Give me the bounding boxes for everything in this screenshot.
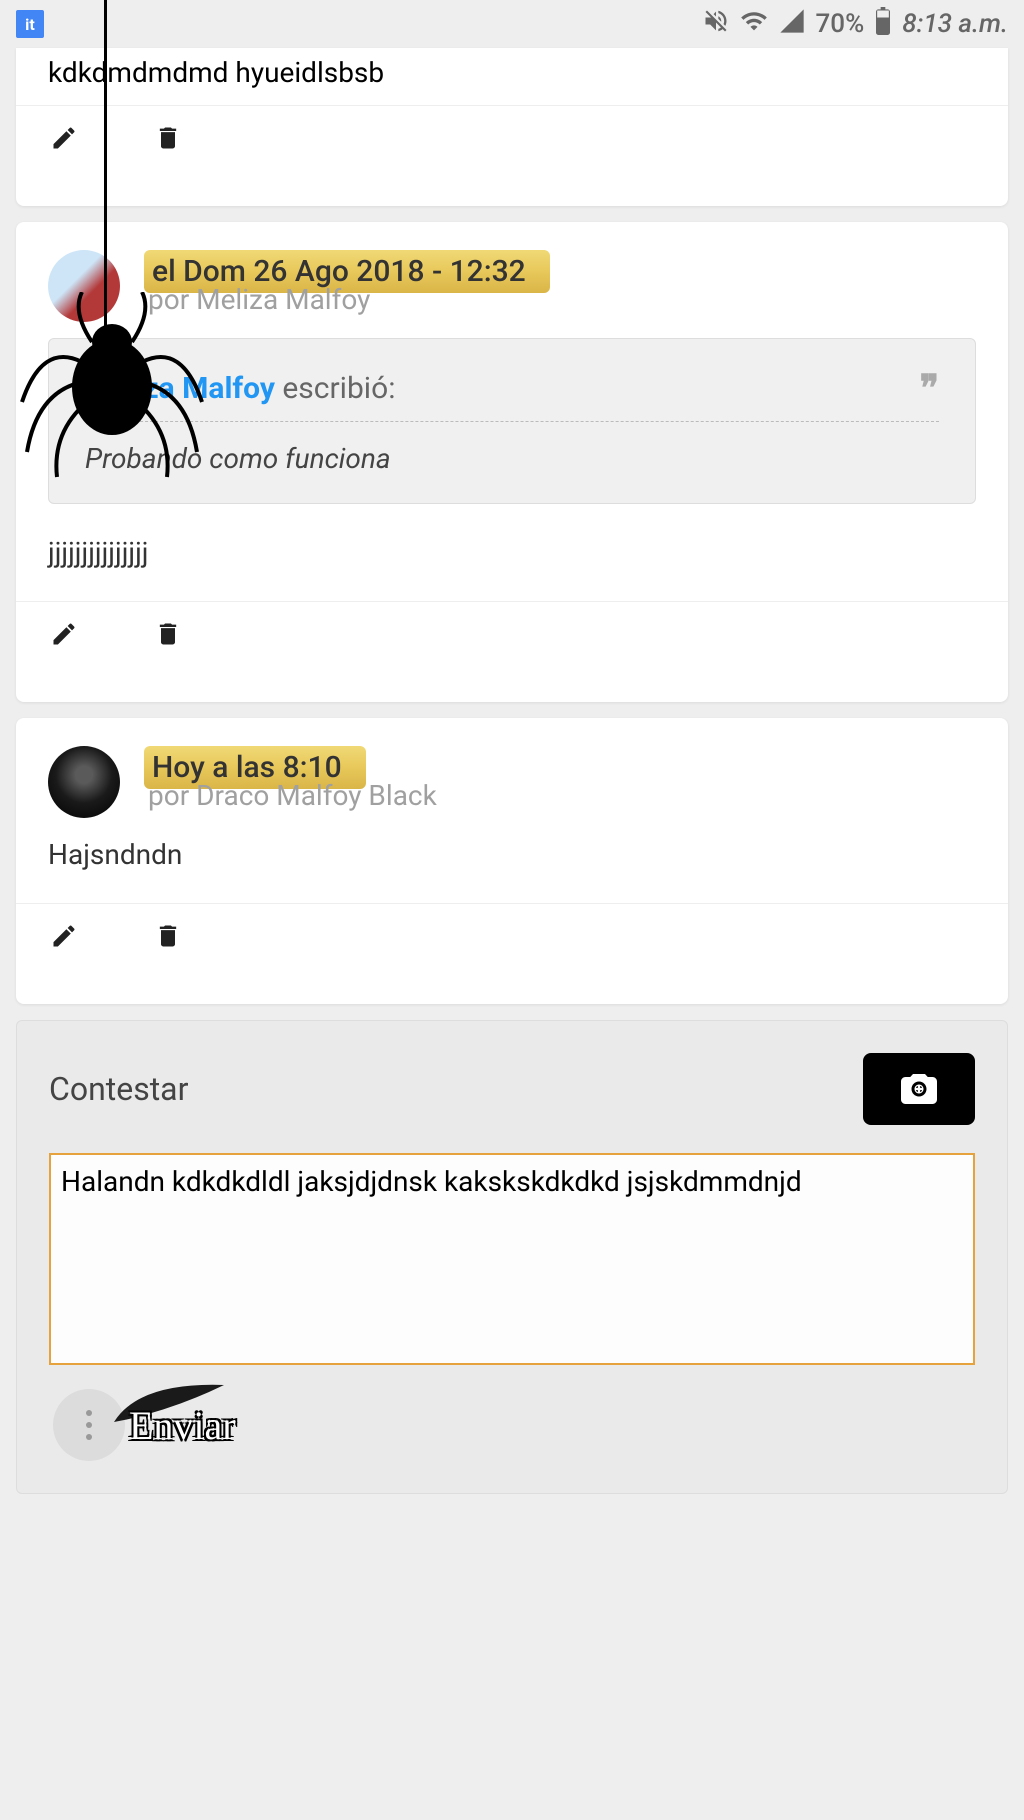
vibrate-icon — [702, 7, 730, 42]
status-left: it — [16, 10, 44, 38]
post-meta: el Dom 26 Ago 2018 - 12:32 por Meliza Ma… — [144, 250, 976, 316]
post-content: jjjjjjjjjjjjjjj — [48, 524, 976, 581]
post-header: el Dom 26 Ago 2018 - 12:32 por Meliza Ma… — [16, 222, 1008, 338]
send-button[interactable]: Enviar — [129, 1402, 236, 1449]
quote-author-link[interactable]: Meliza Malfoy — [85, 371, 275, 406]
quote-header: Meliza Malfoy escribió: ❞ — [85, 367, 939, 422]
status-bar: it 70% 8:13 a.m. — [0, 0, 1024, 48]
post-content: kdkdmdmdmd hyueidlsbsb — [16, 48, 1008, 105]
edit-icon[interactable] — [48, 920, 80, 952]
post-meta: Hoy a las 8:10 por Draco Malfoy Black — [144, 746, 976, 812]
avatar[interactable] — [48, 250, 120, 322]
avatar[interactable] — [48, 746, 120, 818]
post-card: el Dom 26 Ago 2018 - 12:32 por Meliza Ma… — [16, 222, 1008, 702]
quote-icon: ❞ — [920, 367, 939, 409]
post-actions — [16, 105, 1008, 206]
status-time: 8:13 a.m. — [902, 9, 1008, 39]
fab-menu-button[interactable] — [53, 1389, 125, 1461]
quote-box: Meliza Malfoy escribió: ❞ Probando como … — [48, 338, 976, 504]
quote-author-line: Meliza Malfoy escribió: — [85, 371, 395, 406]
delete-icon[interactable] — [152, 618, 184, 650]
delete-icon[interactable] — [152, 920, 184, 952]
battery-icon — [874, 7, 892, 42]
post-body: Hajsndndn — [16, 834, 1008, 903]
post-card: kdkdmdmdmd hyueidlsbsb — [16, 48, 1008, 206]
edit-icon[interactable] — [48, 618, 80, 650]
post-body: Meliza Malfoy escribió: ❞ Probando como … — [16, 338, 1008, 601]
quote-text: Probando como funciona — [85, 442, 939, 475]
delete-icon[interactable] — [152, 122, 184, 154]
camera-button[interactable] — [863, 1053, 975, 1125]
reply-textarea[interactable] — [49, 1153, 975, 1365]
post-content: Hajsndndn — [48, 834, 976, 883]
post-header: Hoy a las 8:10 por Draco Malfoy Black — [16, 718, 1008, 834]
post-actions — [16, 601, 1008, 702]
app-notification-icon: it — [16, 10, 44, 38]
post-author: por Meliza Malfoy — [148, 283, 976, 316]
battery-percent: 70% — [816, 9, 865, 39]
edit-icon[interactable] — [48, 122, 80, 154]
status-right: 70% 8:13 a.m. — [702, 7, 1008, 42]
post-card: Hoy a las 8:10 por Draco Malfoy Black Ha… — [16, 718, 1008, 1004]
post-actions — [16, 903, 1008, 1004]
wifi-icon — [740, 7, 768, 42]
reply-card: Contestar Enviar — [16, 1020, 1008, 1494]
reply-header: Contestar — [49, 1053, 975, 1125]
post-author: por Draco Malfoy Black — [148, 779, 976, 812]
signal-icon — [778, 7, 806, 42]
send-row: Enviar — [49, 1389, 975, 1461]
reply-title: Contestar — [49, 1070, 188, 1108]
